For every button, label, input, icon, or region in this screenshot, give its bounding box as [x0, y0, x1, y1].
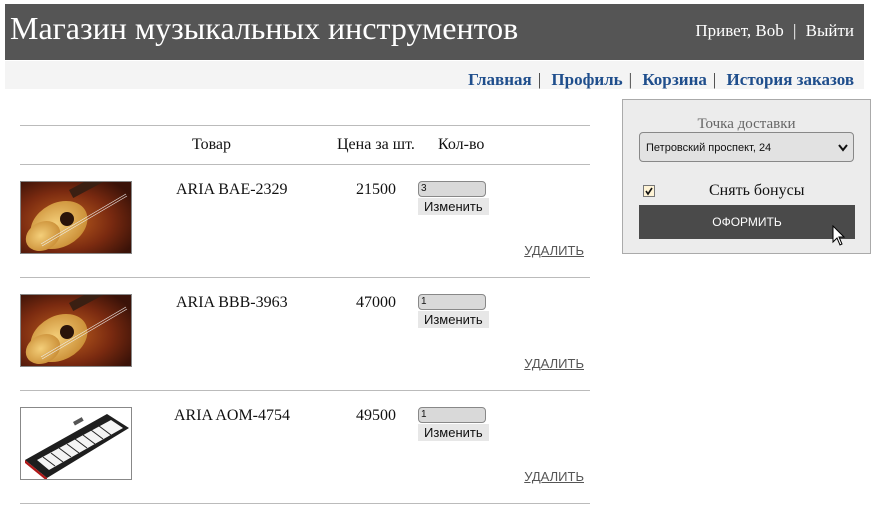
product-price: 49500: [356, 407, 396, 424]
logout-link[interactable]: Выйти: [806, 21, 854, 40]
update-quantity-button[interactable]: Изменить: [418, 424, 489, 441]
user-separator: |: [792, 21, 797, 40]
table-row: ARIA BBB-3963 47000 1 Изменить УДАЛИТЬ: [20, 278, 590, 391]
nav-bar: Главная | Профиль | Корзина | История заказ…: [5, 61, 864, 89]
nav-separator: |: [628, 70, 633, 89]
delivery-point-select[interactable]: Петровский проспект, 24: [639, 132, 854, 162]
column-product: Товар: [192, 136, 232, 153]
nav-order-history[interactable]: История заказов: [727, 70, 854, 89]
update-quantity-button[interactable]: Изменить: [418, 198, 489, 215]
column-price: Цена за шт.: [337, 136, 415, 153]
bonus-checkbox[interactable]: [643, 185, 655, 197]
delivery-point-value: Петровский проспект, 24: [646, 142, 772, 154]
main-nav: Главная | Профиль | Корзина | История заказ…: [468, 70, 854, 90]
product-name: ARIA BAE-2329: [176, 181, 288, 198]
delete-item-link[interactable]: УДАЛИТЬ: [524, 469, 584, 484]
table-row: ARIA BAE-2329 21500 3 Изменить УДАЛИТЬ: [20, 165, 590, 278]
delivery-title: Точка доставки: [697, 116, 796, 132]
product-name: ARIA AOM-4754: [174, 407, 291, 424]
bonus-label: Снять бонусы: [709, 182, 805, 199]
nav-separator: |: [537, 70, 542, 89]
nav-home[interactable]: Главная: [468, 70, 532, 89]
product-image-keyboard: [20, 407, 132, 480]
product-image-guitar: [20, 294, 132, 367]
delete-item-link[interactable]: УДАЛИТЬ: [524, 356, 584, 371]
table-row: ARIA AOM-4754 49500 1 Изменить УДАЛИТЬ: [20, 391, 590, 504]
product-price: 21500: [356, 181, 396, 198]
product-image-guitar: [20, 181, 132, 254]
quantity-input[interactable]: 1: [418, 407, 486, 423]
user-area: Привет, Bob | Выйти: [695, 21, 854, 41]
nav-separator: |: [712, 70, 717, 89]
delete-item-link[interactable]: УДАЛИТЬ: [524, 243, 584, 258]
site-title: Магазин музыкальных инструментов: [10, 10, 519, 46]
greeting: Привет, Bob: [695, 21, 784, 40]
product-price: 47000: [356, 294, 396, 311]
nav-cart[interactable]: Корзина: [642, 70, 707, 89]
quantity-input[interactable]: 3: [418, 181, 486, 197]
cart-header: Товар Цена за шт. Кол-во: [20, 125, 590, 165]
nav-profile[interactable]: Профиль: [551, 70, 622, 89]
column-qty: Кол-во: [438, 136, 485, 153]
product-name: ARIA BBB-3963: [176, 294, 288, 311]
chevron-down-icon: [837, 133, 849, 174]
cart-table: Товар Цена за шт. Кол-во ARIA BAE-2329 2…: [20, 125, 590, 504]
quantity-input[interactable]: 1: [418, 294, 486, 310]
site-header: Магазин музыкальных инструментов Привет,…: [5, 4, 864, 60]
update-quantity-button[interactable]: Изменить: [418, 311, 489, 328]
checkout-button[interactable]: ОФОРМИТЬ: [639, 205, 855, 239]
mouse-cursor-icon: [832, 224, 846, 252]
